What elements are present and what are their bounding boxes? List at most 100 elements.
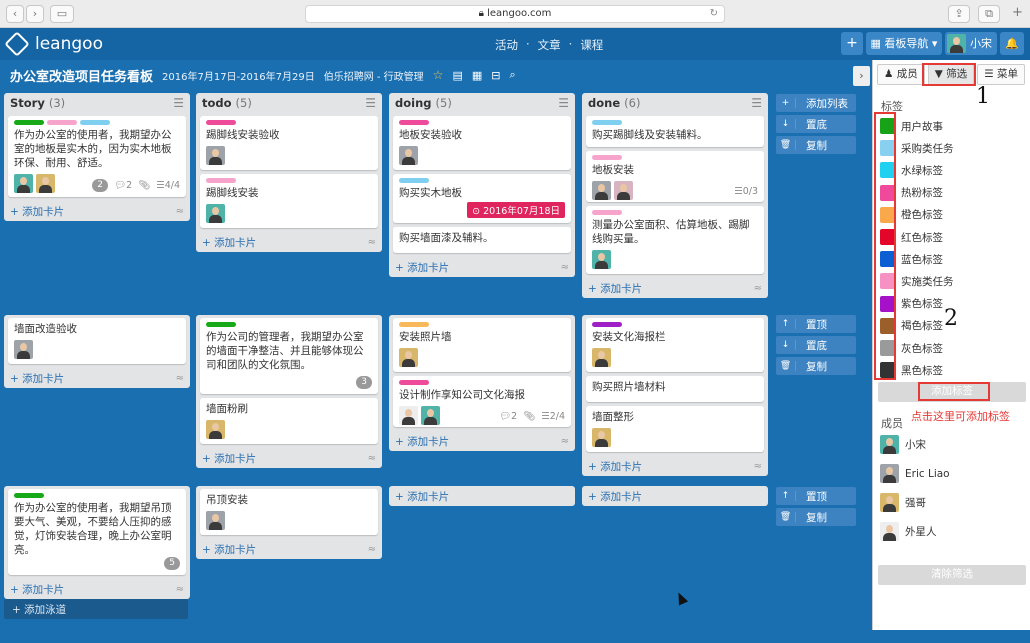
add-card-button[interactable]: + 添加卡片 — [582, 486, 768, 506]
add-button[interactable]: + — [841, 32, 863, 55]
add-list-button[interactable]: + 添加列表 — [776, 94, 856, 112]
collapse-up-icon[interactable]: ≈ — [176, 206, 184, 217]
member-item[interactable]: 强哥 — [880, 493, 926, 512]
tab-menu[interactable]: ☰ 菜单 — [977, 64, 1025, 85]
label-blue — [399, 178, 429, 183]
share-icon[interactable]: ⇪ — [948, 5, 970, 23]
card-title: 购买照片墙材料 — [592, 381, 666, 393]
table-icon[interactable]: ▦ — [472, 69, 482, 82]
sidebar-icon[interactable]: ▭ — [50, 5, 74, 23]
board-nav-button[interactable]: ▦ 看板导航 ▾ — [866, 32, 942, 55]
collapse-up-icon[interactable]: ≈ — [368, 237, 376, 248]
new-tab-icon[interactable]: + — [1012, 5, 1023, 20]
comment-icon: 💬︎2 — [499, 411, 518, 422]
collapse-up-icon[interactable]: ≈ — [176, 373, 184, 384]
url-bar[interactable]: 🔒︎ leangoo.com ↻ — [305, 5, 725, 23]
card[interactable]: 安装文化海报栏 — [586, 318, 764, 372]
nav-activity[interactable]: 活动 — [495, 37, 518, 53]
card[interactable]: 安装照片墙 — [393, 318, 571, 372]
tab-members[interactable]: ♟ 成员 — [877, 64, 925, 85]
add-card-button[interactable]: + 添加卡片 ≈ — [4, 579, 190, 599]
chart-icon[interactable]: ▤ — [452, 69, 462, 82]
menu-icon[interactable]: ☰ — [173, 96, 184, 110]
card[interactable]: 作为办公室的使用者，我期望办公室的地板是实木的，因为实木地板环保、耐用、舒适。 … — [8, 116, 186, 197]
nav-courses[interactable]: 课程 — [580, 37, 603, 53]
brand-logo[interactable]: leangoo — [4, 31, 103, 57]
card[interactable]: 购买实木地板 ⊙ 2016年07月18日 — [393, 174, 571, 223]
move-bottom-button[interactable]: ↓ 置底 — [776, 115, 856, 133]
card[interactable]: 吊顶安装 — [200, 489, 378, 535]
add-list-label: 添加列表 — [806, 97, 848, 110]
card[interactable]: 踢脚线安装 — [200, 174, 378, 228]
card[interactable]: 踢脚线安装验收 — [200, 116, 378, 170]
comment-icon: 💬︎2 — [114, 180, 133, 191]
add-card-button[interactable]: + 添加卡片 — [389, 486, 575, 506]
card[interactable]: 作为办公室的使用者，我期望吊顶要大气、美观，不要给人压抑的感觉，灯饰安装合理，晚… — [8, 489, 186, 575]
card-title: 踢脚线安装验收 — [206, 129, 280, 141]
column-title: doing — [395, 96, 432, 110]
add-card-button[interactable]: + 添加卡片 ≈ — [196, 448, 382, 468]
member-item[interactable]: 外星人 — [880, 522, 937, 541]
star-icon[interactable]: ☆ — [433, 68, 444, 82]
collapse-up-icon[interactable]: ≈ — [561, 262, 569, 273]
add-card-button[interactable]: + 添加卡片 ≈ — [582, 456, 768, 476]
copy-button[interactable]: 🗑︎ 复制 — [776, 357, 856, 375]
add-card-button[interactable]: + 添加卡片 ≈ — [4, 201, 190, 221]
card[interactable]: 地板安装验收 — [393, 116, 571, 170]
collapse-up-icon[interactable]: ≈ — [176, 584, 184, 595]
move-bottom-button[interactable]: ↓ 置底 — [776, 336, 856, 354]
member-item[interactable]: 小宋 — [880, 435, 926, 454]
add-card-button[interactable]: + 添加卡片 ≈ — [582, 278, 768, 298]
menu-icon[interactable]: ☰ — [365, 96, 376, 110]
forward-icon[interactable]: › — [26, 5, 44, 23]
card[interactable]: 购买踢脚线及安装辅料。 — [586, 116, 764, 147]
card[interactable]: 购买墙面漆及辅料。 — [393, 227, 571, 253]
card[interactable]: 墙面改造验收 — [8, 318, 186, 364]
panel-toggle-chevron-icon[interactable]: › — [853, 66, 870, 86]
move-top-label: 置顶 — [806, 318, 827, 331]
nav-dot: · — [568, 37, 573, 51]
lane2-todo: 作为公司的管理者，我期望办公室的墙面干净整洁、并且能够体现公司和团队的文化氛围。… — [196, 315, 382, 468]
card[interactable]: 购买照片墙材料 — [586, 376, 764, 402]
add-card-button[interactable]: + 添加卡片 ≈ — [389, 257, 575, 277]
board-team[interactable]: 伯乐招聘网 - 行政管理 — [324, 68, 424, 83]
reload-icon[interactable]: ↻ — [710, 6, 718, 22]
copy-button[interactable]: 🗑︎ 复制 — [776, 136, 856, 154]
member-name: 强哥 — [905, 497, 926, 509]
card[interactable]: 测量办公室面积、估算地板、踢脚线购买量。 — [586, 206, 764, 274]
card[interactable]: 设计制作享知公司文化海报 💬︎2 📎︎ ☰2/4 — [393, 376, 571, 427]
card[interactable]: 地板安装 ☰0/3 — [586, 151, 764, 202]
collapse-up-icon[interactable]: ≈ — [368, 544, 376, 555]
move-top-button[interactable]: ↑ 置顶 — [776, 487, 856, 505]
nav-articles[interactable]: 文章 — [538, 37, 561, 53]
tabs-icon[interactable]: ⧉ — [978, 5, 1000, 23]
collapse-up-icon[interactable]: ≈ — [754, 283, 762, 294]
label-pink — [399, 380, 429, 385]
avatar — [399, 146, 418, 165]
label-pink — [206, 120, 236, 125]
add-card-button[interactable]: + 添加卡片 ≈ — [196, 232, 382, 252]
add-card-button[interactable]: + 添加卡片 ≈ — [389, 431, 575, 451]
card[interactable]: 墙面粉刷 — [200, 398, 378, 444]
card[interactable]: 作为公司的管理者，我期望办公室的墙面干净整洁、并且能够体现公司和团队的文化氛围。… — [200, 318, 378, 394]
label-green — [206, 322, 236, 327]
move-bottom-label: 置底 — [806, 339, 827, 352]
back-icon[interactable]: ‹ — [6, 5, 24, 23]
menu-icon[interactable]: ☰ — [558, 96, 569, 110]
collapse-up-icon[interactable]: ≈ — [368, 453, 376, 464]
bell-icon[interactable]: 🔔 — [1000, 32, 1024, 55]
collapse-icon[interactable]: ⊟ — [491, 69, 500, 82]
collapse-up-icon[interactable]: ≈ — [754, 461, 762, 472]
user-menu[interactable]: 小宋 — [945, 32, 997, 55]
collapse-up-icon[interactable]: ≈ — [561, 436, 569, 447]
card[interactable]: 墙面整形 — [586, 406, 764, 452]
add-card-button[interactable]: + 添加卡片 ≈ — [4, 368, 190, 388]
add-card-button[interactable]: + 添加卡片 ≈ — [196, 539, 382, 559]
copy-button[interactable]: 🗑︎ 复制 — [776, 508, 856, 526]
clear-filter-button[interactable]: 清除筛选 — [878, 565, 1026, 585]
search-icon[interactable]: ⌕ — [509, 68, 515, 82]
move-top-button[interactable]: ↑ 置顶 — [776, 315, 856, 333]
add-lane-button[interactable]: + 添加泳道 — [4, 599, 188, 619]
menu-icon[interactable]: ☰ — [751, 96, 762, 110]
member-item[interactable]: Eric Liao — [880, 464, 950, 483]
